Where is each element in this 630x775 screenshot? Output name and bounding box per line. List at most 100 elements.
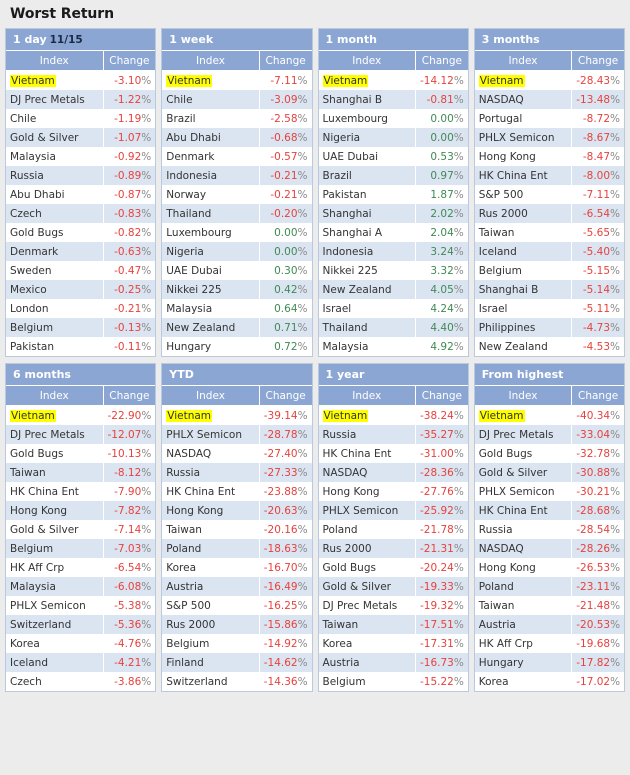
table-row[interactable]: NASDAQ-13.48% (475, 90, 624, 109)
cell-index-name[interactable]: NASDAQ (319, 463, 416, 482)
column-header-index[interactable]: Index (162, 386, 259, 406)
cell-index-name[interactable]: Belgium (6, 318, 103, 337)
cell-index-name[interactable]: Vietnam (319, 406, 416, 426)
table-row[interactable]: Hong Kong-20.63% (162, 501, 311, 520)
table-row[interactable]: Malaysia0.64% (162, 299, 311, 318)
cell-index-name[interactable]: Shanghai B (319, 90, 416, 109)
table-row[interactable]: Nikkei 2253.32% (319, 261, 468, 280)
cell-index-name[interactable]: New Zealand (475, 337, 572, 356)
cell-index-name[interactable]: London (6, 299, 103, 318)
table-row[interactable]: Hong Kong-26.53% (475, 558, 624, 577)
table-row[interactable]: Gold Bugs-0.82% (6, 223, 155, 242)
cell-index-name[interactable]: Hungary (162, 337, 259, 356)
table-row[interactable]: Shanghai A2.04% (319, 223, 468, 242)
table-row[interactable]: Luxembourg0.00% (319, 109, 468, 128)
cell-index-name[interactable]: Vietnam (162, 71, 259, 91)
cell-index-name[interactable]: Russia (475, 520, 572, 539)
table-row[interactable]: Russia-0.89% (6, 166, 155, 185)
cell-index-name[interactable]: Rus 2000 (162, 615, 259, 634)
table-row[interactable]: PHLX Semicon-5.38% (6, 596, 155, 615)
cell-index-name[interactable]: Poland (162, 539, 259, 558)
table-row[interactable]: Chile-3.09% (162, 90, 311, 109)
table-row[interactable]: Malaysia-0.92% (6, 147, 155, 166)
table-row[interactable]: Belgium-0.13% (6, 318, 155, 337)
cell-index-name[interactable]: Denmark (162, 147, 259, 166)
table-row[interactable]: Rus 2000-15.86% (162, 615, 311, 634)
table-row[interactable]: Malaysia-6.08% (6, 577, 155, 596)
column-header-change[interactable]: Change (259, 386, 311, 406)
table-row[interactable]: HK China Ent-8.00% (475, 166, 624, 185)
table-row[interactable]: Taiwan-21.48% (475, 596, 624, 615)
table-row[interactable]: NASDAQ-28.26% (475, 539, 624, 558)
table-row[interactable]: HK Aff Crp-6.54% (6, 558, 155, 577)
table-row[interactable]: PHLX Semicon-30.21% (475, 482, 624, 501)
cell-index-name[interactable]: HK China Ent (162, 482, 259, 501)
table-row[interactable]: Austria-20.53% (475, 615, 624, 634)
table-row[interactable]: PHLX Semicon-28.78% (162, 425, 311, 444)
cell-index-name[interactable]: Iceland (6, 653, 103, 672)
cell-index-name[interactable]: Gold & Silver (6, 128, 103, 147)
cell-index-name[interactable]: DJ Prec Metals (319, 596, 416, 615)
cell-index-name[interactable]: Hong Kong (475, 147, 572, 166)
table-row[interactable]: New Zealand4.05% (319, 280, 468, 299)
cell-index-name[interactable]: Vietnam (475, 71, 572, 91)
cell-index-name[interactable]: Taiwan (319, 615, 416, 634)
cell-index-name[interactable]: Nigeria (319, 128, 416, 147)
table-row[interactable]: Vietnam-22.90% (6, 406, 155, 426)
cell-index-name[interactable]: HK Aff Crp (475, 634, 572, 653)
table-row[interactable]: Rus 2000-21.31% (319, 539, 468, 558)
table-row[interactable]: Poland-18.63% (162, 539, 311, 558)
table-row[interactable]: Gold Bugs-32.78% (475, 444, 624, 463)
cell-index-name[interactable]: Shanghai (319, 204, 416, 223)
cell-index-name[interactable]: Luxembourg (162, 223, 259, 242)
table-row[interactable]: Brazil0.97% (319, 166, 468, 185)
table-row[interactable]: DJ Prec Metals-19.32% (319, 596, 468, 615)
cell-index-name[interactable]: Rus 2000 (319, 539, 416, 558)
cell-index-name[interactable]: Taiwan (475, 223, 572, 242)
cell-index-name[interactable]: UAE Dubai (162, 261, 259, 280)
table-row[interactable]: NASDAQ-28.36% (319, 463, 468, 482)
cell-index-name[interactable]: Czech (6, 672, 103, 691)
cell-index-name[interactable]: Gold & Silver (6, 520, 103, 539)
cell-index-name[interactable]: Korea (319, 634, 416, 653)
table-row[interactable]: Thailand-0.20% (162, 204, 311, 223)
cell-index-name[interactable]: Belgium (6, 539, 103, 558)
table-row[interactable]: Gold & Silver-1.07% (6, 128, 155, 147)
column-header-change[interactable]: Change (572, 51, 624, 71)
table-row[interactable]: Gold & Silver-19.33% (319, 577, 468, 596)
cell-index-name[interactable]: Philippines (475, 318, 572, 337)
column-header-change[interactable]: Change (259, 51, 311, 71)
table-row[interactable]: Vietnam-14.12% (319, 71, 468, 91)
table-row[interactable]: Hong Kong-7.82% (6, 501, 155, 520)
table-row[interactable]: New Zealand-4.53% (475, 337, 624, 356)
cell-index-name[interactable]: HK Aff Crp (6, 558, 103, 577)
cell-index-name[interactable]: Finland (162, 653, 259, 672)
table-row[interactable]: HK China Ent-7.90% (6, 482, 155, 501)
table-row[interactable]: Israel4.24% (319, 299, 468, 318)
cell-index-name[interactable]: Vietnam (475, 406, 572, 426)
table-row[interactable]: Denmark-0.57% (162, 147, 311, 166)
column-header-index[interactable]: Index (6, 51, 103, 71)
table-row[interactable]: Belgium-14.92% (162, 634, 311, 653)
table-row[interactable]: Switzerland-14.36% (162, 672, 311, 691)
column-header-index[interactable]: Index (319, 51, 416, 71)
table-row[interactable]: Luxembourg0.00% (162, 223, 311, 242)
table-row[interactable]: Nigeria0.00% (319, 128, 468, 147)
cell-index-name[interactable]: Austria (319, 653, 416, 672)
table-row[interactable]: Indonesia3.24% (319, 242, 468, 261)
table-row[interactable]: Thailand4.40% (319, 318, 468, 337)
cell-index-name[interactable]: Belgium (162, 634, 259, 653)
table-row[interactable]: Taiwan-5.65% (475, 223, 624, 242)
cell-index-name[interactable]: Vietnam (6, 71, 103, 91)
cell-index-name[interactable]: Hong Kong (162, 501, 259, 520)
cell-index-name[interactable]: PHLX Semicon (162, 425, 259, 444)
cell-index-name[interactable]: Indonesia (319, 242, 416, 261)
cell-index-name[interactable]: Switzerland (162, 672, 259, 691)
column-header-index[interactable]: Index (475, 51, 572, 71)
table-row[interactable]: Russia-27.33% (162, 463, 311, 482)
cell-index-name[interactable]: Russia (319, 425, 416, 444)
cell-index-name[interactable]: Malaysia (6, 147, 103, 166)
cell-index-name[interactable]: S&P 500 (475, 185, 572, 204)
table-row[interactable]: Shanghai B-5.14% (475, 280, 624, 299)
column-header-change[interactable]: Change (416, 51, 468, 71)
